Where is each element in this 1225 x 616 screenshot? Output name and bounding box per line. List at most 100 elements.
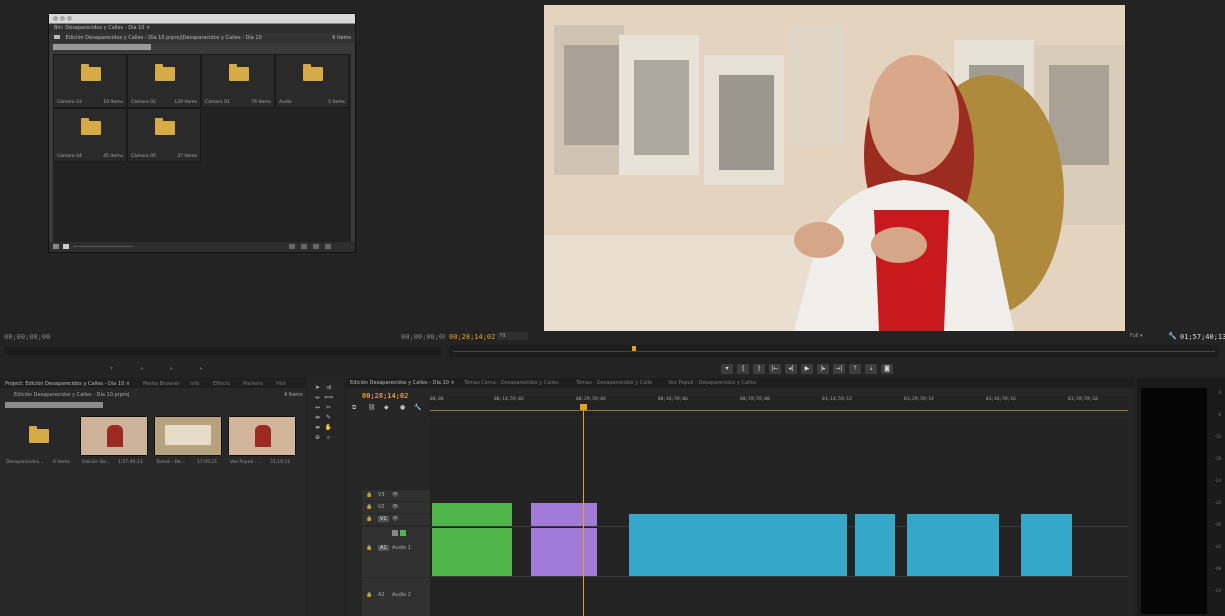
wrench-icon[interactable]: 🔧: [414, 404, 421, 411]
audio-clip-cyan-2[interactable]: [855, 514, 895, 576]
program-video-frame[interactable]: [544, 5, 1125, 331]
lift-button[interactable]: ⇡: [849, 364, 861, 374]
export-frame-button[interactable]: ◙: [881, 364, 893, 374]
track-header-v1[interactable]: 🔒 V1 👁: [362, 514, 430, 525]
timeline-tab-tomas-cerca[interactable]: Tomas Cerca - Desaparecidos y Calles: [464, 380, 559, 386]
mute-icon[interactable]: [392, 530, 398, 536]
track-select-tool-icon[interactable]: ⇉: [324, 384, 333, 391]
bin-window[interactable]: Bin: Desaparecidos y Calles - Día 10 × E…: [48, 13, 356, 253]
go-to-in-button[interactable]: |←: [769, 364, 781, 374]
step-back-button[interactable]: ◂|: [785, 364, 797, 374]
tab-project[interactable]: Project: Edición Desaparecidos y Calles …: [5, 381, 130, 387]
search-icon[interactable]: [289, 244, 295, 249]
rate-stretch-tool-icon[interactable]: ↔: [313, 404, 322, 411]
bin-item-camara-03[interactable]: Cámara 03 10 Items: [53, 54, 127, 108]
zoom-tool-icon[interactable]: ⊕: [313, 434, 322, 441]
timeline-ruler[interactable]: 00;00 00;14;59;02 00;29;59;04 00;44;59;0…: [430, 396, 1128, 416]
new-item-icon[interactable]: [313, 244, 319, 249]
project-item-tomas-thumb[interactable]: [154, 416, 222, 456]
eye-icon[interactable]: 👁: [392, 492, 398, 498]
tab-media-browser[interactable]: Media Browser: [143, 381, 180, 387]
wrench-icon[interactable]: 🔧: [1168, 332, 1177, 340]
step-forward-icon[interactable]: ▸: [200, 365, 203, 372]
slide-tool-icon[interactable]: ⇼: [313, 424, 322, 431]
lock-icon[interactable]: 🔒: [366, 516, 372, 522]
hand-tool-icon[interactable]: ✋: [324, 424, 333, 431]
add-marker-button[interactable]: ▾: [721, 364, 733, 374]
tab-effects[interactable]: Effects: [213, 381, 230, 387]
lock-icon[interactable]: 🔒: [366, 592, 372, 598]
marker-icon[interactable]: ▾: [110, 365, 113, 372]
go-to-out-button[interactable]: →|: [833, 364, 845, 374]
mark-in-button[interactable]: {: [737, 364, 749, 374]
bin-item-camara-04[interactable]: Cámara 04 45 Items: [53, 108, 127, 162]
trash-icon[interactable]: [325, 244, 331, 249]
close-icon[interactable]: [53, 16, 58, 21]
tab-history[interactable]: Hist: [276, 381, 286, 387]
play-icon[interactable]: ▸: [170, 365, 173, 372]
rolling-edit-tool-icon[interactable]: ⟺: [324, 394, 333, 401]
program-current-timecode[interactable]: 00;28;14;02: [449, 333, 495, 341]
video-clip-purple-1[interactable]: [531, 503, 597, 526]
settings-icon[interactable]: ●: [400, 404, 405, 411]
zoom-slider[interactable]: [73, 246, 133, 247]
project-item-folder[interactable]: [5, 416, 73, 454]
tab-info[interactable]: Info: [190, 381, 199, 387]
magnify-icon[interactable]: ⌕: [324, 434, 333, 441]
lock-icon[interactable]: 🔒: [366, 545, 372, 551]
track-header-a2[interactable]: 🔒 A2 Audio 2: [362, 578, 430, 616]
bin-titlebar[interactable]: [49, 14, 355, 24]
minimize-icon[interactable]: [60, 16, 65, 21]
track-header-v2[interactable]: 🔒 V2 👁: [362, 502, 430, 513]
list-view-icon[interactable]: [53, 244, 59, 249]
project-item-sequence-thumb[interactable]: [80, 416, 148, 456]
bin-item-camara-05[interactable]: Cámara 05 37 Items: [127, 108, 201, 162]
ripple-edit-tool-icon[interactable]: ⟛: [313, 394, 322, 401]
program-scrubber[interactable]: [449, 345, 1219, 357]
project-item-vox-thumb[interactable]: [228, 416, 296, 456]
project-search-input[interactable]: [5, 402, 103, 408]
icon-view-icon[interactable]: [63, 244, 69, 249]
audio-clip-cyan-3[interactable]: [907, 514, 999, 576]
timeline-playhead[interactable]: [583, 404, 584, 616]
eye-icon[interactable]: 👁: [392, 516, 398, 522]
track-header-v3[interactable]: 🔒 V3 👁: [362, 490, 430, 501]
linked-selection-icon[interactable]: ⛓: [368, 404, 376, 411]
resolution-select[interactable]: Full ▾: [1130, 332, 1160, 340]
zoom-icon[interactable]: [67, 16, 72, 21]
lock-icon[interactable]: 🔒: [366, 492, 372, 498]
selection-tool-icon[interactable]: ➤: [313, 384, 322, 391]
solo-icon[interactable]: [400, 530, 406, 536]
play-button[interactable]: ▶: [801, 364, 813, 374]
timeline-tab-tomas[interactable]: Tomas - Desaparecidos y Calle: [576, 380, 652, 386]
extract-button[interactable]: ⇣: [865, 364, 877, 374]
fit-select[interactable]: Fit: [497, 332, 528, 340]
mark-out-button[interactable]: }: [753, 364, 765, 374]
bin-item-camara-01[interactable]: Cámara 01 76 Items: [201, 54, 275, 108]
new-bin-icon[interactable]: [301, 244, 307, 249]
eye-icon[interactable]: 👁: [392, 504, 398, 510]
audio-clip-purple-1[interactable]: [531, 528, 597, 576]
bin-search-input[interactable]: [53, 44, 151, 50]
ruler-work-area-bar[interactable]: [430, 410, 1128, 411]
razor-tool-icon[interactable]: ✂: [324, 404, 333, 411]
tab-markers[interactable]: Markers: [243, 381, 263, 387]
slip-tool-icon[interactable]: ⇹: [313, 414, 322, 421]
add-marker-icon[interactable]: ◆: [384, 404, 389, 411]
bin-item-camara-02[interactable]: Cámara 02 129 Items: [127, 54, 201, 108]
source-scrubber[interactable]: [4, 347, 441, 355]
playhead-handle[interactable]: [580, 404, 587, 410]
timeline-tab-main[interactable]: Edición Desaparecidos y Calles - Día 10 …: [350, 380, 455, 386]
snap-icon[interactable]: ⧉: [352, 404, 356, 412]
program-playhead[interactable]: [632, 346, 636, 351]
step-forward-button[interactable]: |▸: [817, 364, 829, 374]
timeline-timecode[interactable]: 00;28;14;02: [362, 392, 408, 400]
timeline-tab-vox-populi[interactable]: Vox Populi - Desaparecidos y Calles: [668, 380, 756, 386]
audio-clip-cyan-4[interactable]: [1021, 514, 1072, 576]
audio-clip-green-1[interactable]: [432, 528, 512, 576]
step-back-icon[interactable]: ◂: [140, 365, 143, 372]
lock-icon[interactable]: 🔒: [366, 504, 372, 510]
track-header-a1[interactable]: 🔒 A1 Audio 1: [362, 527, 430, 577]
bin-tab[interactable]: Bin: Desaparecidos y Calles - Día 10 ×: [49, 24, 355, 33]
pen-tool-icon[interactable]: ✎: [324, 414, 333, 421]
